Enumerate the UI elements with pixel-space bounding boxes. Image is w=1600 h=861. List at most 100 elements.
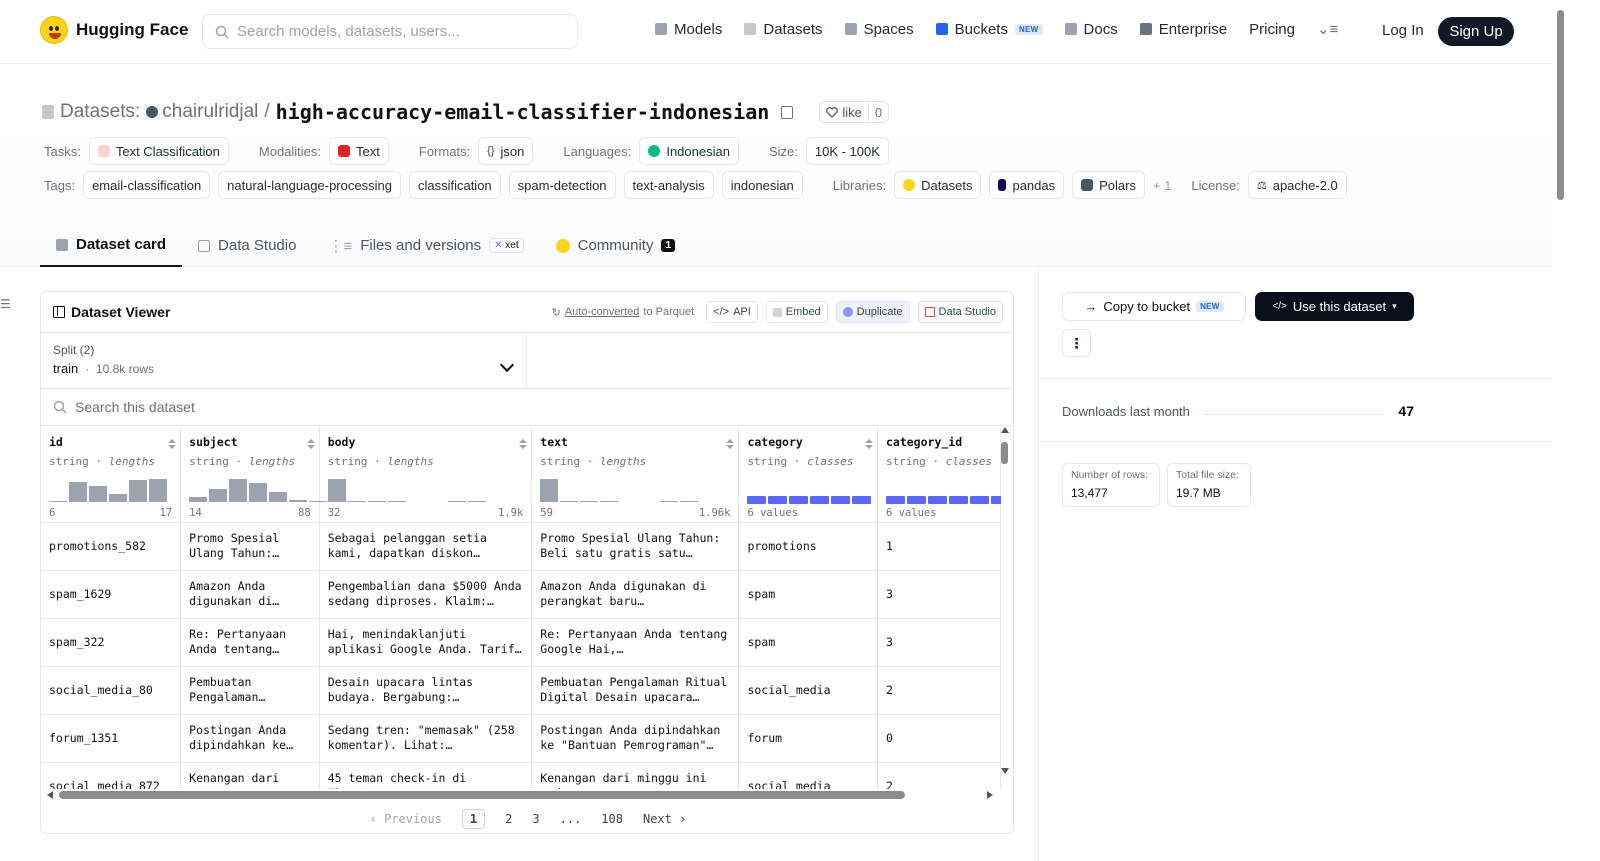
column-header-id[interactable]: id string · lengths 6 17: [41, 427, 182, 523]
histogram-bar[interactable]: [467, 500, 486, 502]
table-cell-text[interactable]: Amazon Anda digunakan di perangkat baru …: [531, 570, 740, 619]
table-vertical-scrollbar[interactable]: [1001, 427, 1009, 774]
histogram-bar[interactable]: [428, 501, 446, 502]
histogram-bar[interactable]: [387, 500, 406, 502]
column-header-text[interactable]: text string · lengths 59 1.96k: [531, 427, 740, 523]
nav-link-spaces[interactable]: Spaces: [844, 21, 914, 38]
histogram-bar[interactable]: [620, 501, 638, 502]
histogram-bar[interactable]: [327, 478, 346, 502]
brand-logo[interactable]: Hugging Face: [40, 16, 188, 44]
histogram-bar[interactable]: [109, 493, 127, 502]
dataset-search-input[interactable]: [75, 399, 475, 415]
page-button[interactable]: 3: [532, 812, 539, 826]
histogram-bar[interactable]: [540, 478, 559, 502]
scroll-right-icon[interactable]: [987, 791, 993, 799]
histogram-bar[interactable]: [408, 501, 426, 502]
sort-icon[interactable]: [306, 439, 315, 449]
more-options-button[interactable]: ⋮: [1062, 329, 1091, 357]
table-horizontal-scrollbar[interactable]: [47, 789, 997, 801]
table-cell-text[interactable]: Postingan Anda dipindahkan ke "Bantuan P…: [531, 714, 740, 763]
data-studio-button[interactable]: Data Studio: [917, 301, 1003, 323]
nav-link-docs[interactable]: Docs: [1064, 21, 1118, 38]
page-scroll-thumb[interactable]: [1557, 10, 1564, 200]
tab-files-and-versions[interactable]: ⋮≡ Files and versions ✕ xet: [312, 224, 539, 267]
next-page-button[interactable]: Next ›: [643, 812, 686, 826]
modality-chip[interactable]: Text: [329, 137, 389, 165]
column-header-subject[interactable]: subject string · lengths 14 88: [180, 427, 348, 523]
horizontal-scroll-thumb[interactable]: [59, 791, 905, 799]
table-cell-id[interactable]: promotions_582: [41, 522, 182, 571]
table-cell-text[interactable]: Promo Spesial Ulang Tahun: Beli satu gra…: [531, 522, 740, 571]
previous-page-button[interactable]: ‹ Previous: [370, 812, 442, 826]
format-chip[interactable]: {} json: [478, 137, 534, 165]
nav-link-buckets[interactable]: Buckets NEW: [935, 21, 1043, 38]
global-search[interactable]: [202, 14, 578, 49]
nav-link-pricing[interactable]: Pricing: [1249, 21, 1295, 38]
column-header-category[interactable]: category string · classes 6 values: [738, 427, 878, 523]
class-distribution-bar[interactable]: [885, 495, 1001, 504]
task-chip[interactable]: Text Classification: [88, 137, 229, 165]
table-row[interactable]: promotions_582 Promo Spesial Ulang Tahun:…: [41, 522, 1001, 571]
table-cell-text[interactable]: Kenangan dari minggu ini pada: [531, 762, 740, 789]
table-cell-id[interactable]: spam_1629: [41, 570, 182, 619]
table-cell-category_id[interactable]: 3: [877, 570, 1001, 619]
table-cell-subject[interactable]: Pembuatan Pengalaman Ritual…: [180, 666, 320, 715]
histogram-bar[interactable]: [660, 500, 679, 502]
auto-converted-link[interactable]: Auto-converted: [565, 306, 640, 318]
tag-chip[interactable]: indonesian: [721, 171, 803, 199]
histogram-bar[interactable]: [680, 500, 699, 502]
license-chip[interactable]: ⚖ apache-2.0: [1247, 171, 1347, 199]
size-chip[interactable]: 10K - 100K: [805, 137, 889, 165]
column-header-category_id[interactable]: category_id string · classes 6 values: [877, 427, 1001, 523]
histogram-bar[interactable]: [367, 500, 386, 502]
table-cell-subject[interactable]: Postingan Anda dipindahkan ke…: [180, 714, 320, 763]
login-link[interactable]: Log In: [1382, 22, 1424, 39]
histogram-bar[interactable]: [560, 500, 579, 502]
table-cell-id[interactable]: social_media_872: [41, 762, 182, 789]
table-cell-subject[interactable]: Promo Spesial Ulang Tahun: Beli…: [180, 522, 320, 571]
class-distribution-bar[interactable]: [747, 495, 872, 504]
copy-to-bucket-button[interactable]: → Copy to bucket NEW: [1062, 292, 1246, 321]
table-cell-text[interactable]: Re: Pertanyaan Anda tentang Google Hai, …: [531, 618, 740, 667]
table-cell-category_id[interactable]: 2: [877, 762, 1001, 789]
histogram-bar[interactable]: [580, 500, 599, 502]
table-cell-body[interactable]: Desain upacara lintas budaya. Bergabung:…: [319, 666, 533, 715]
libraries-more[interactable]: + 1: [1153, 178, 1171, 193]
table-cell-text[interactable]: Pembuatan Pengalaman Ritual Digital Desa…: [531, 666, 740, 715]
table-cell-subject[interactable]: Re: Pertanyaan Anda tentang…: [180, 618, 320, 667]
signup-button[interactable]: Sign Up: [1438, 17, 1514, 46]
table-row[interactable]: social_media_872 Kenangan dari 45 teman ch…: [41, 762, 1001, 789]
histogram-bar[interactable]: [89, 485, 107, 502]
table-cell-category_id[interactable]: 2: [877, 666, 1001, 715]
tag-chip[interactable]: spam-detection: [508, 171, 616, 199]
tag-chip[interactable]: classification: [408, 171, 501, 199]
api-button[interactable]: </> API: [706, 301, 758, 323]
sort-icon[interactable]: [519, 439, 528, 449]
table-cell-body[interactable]: Hai, menindaklanjuti aplikasi Google And…: [319, 618, 533, 667]
table-row[interactable]: forum_1351 Postingan Anda dipindahkan ke……: [41, 714, 1001, 763]
histogram-bar[interactable]: [640, 501, 658, 502]
table-row[interactable]: social_media_80 Pembuatan Pengalaman Ritu…: [41, 666, 1001, 715]
histogram-bar[interactable]: [447, 500, 466, 502]
histogram-bar[interactable]: [600, 500, 619, 502]
tab-community[interactable]: Community 1: [540, 224, 691, 267]
table-cell-id[interactable]: forum_1351: [41, 714, 182, 763]
table-cell-subject[interactable]: Amazon Anda digunakan di…: [180, 570, 320, 619]
library-chip-polars[interactable]: Polars: [1072, 171, 1145, 199]
histogram-bar[interactable]: [129, 479, 147, 502]
table-cell-category[interactable]: forum: [738, 714, 878, 763]
sort-icon[interactable]: [168, 439, 177, 449]
table-row[interactable]: spam_1629 Amazon Anda digunakan di… Pengem…: [41, 570, 1001, 619]
embed-button[interactable]: Embed: [765, 301, 828, 323]
vertical-scroll-thumb[interactable]: [1001, 442, 1008, 464]
like-button[interactable]: like 0: [819, 101, 890, 123]
table-cell-subject[interactable]: Kenangan dari: [180, 762, 320, 789]
table-cell-body[interactable]: Pengembalian dana $5000 Anda sedang dipr…: [319, 570, 533, 619]
duplicate-button[interactable]: Duplicate: [835, 301, 910, 323]
global-search-input[interactable]: [237, 23, 557, 40]
scroll-down-icon[interactable]: [1001, 768, 1009, 774]
table-cell-id[interactable]: social_media_80: [41, 666, 182, 715]
table-cell-category_id[interactable]: 1: [877, 522, 1001, 571]
histogram-bar[interactable]: [269, 491, 288, 502]
table-cell-category[interactable]: social_media: [738, 666, 878, 715]
